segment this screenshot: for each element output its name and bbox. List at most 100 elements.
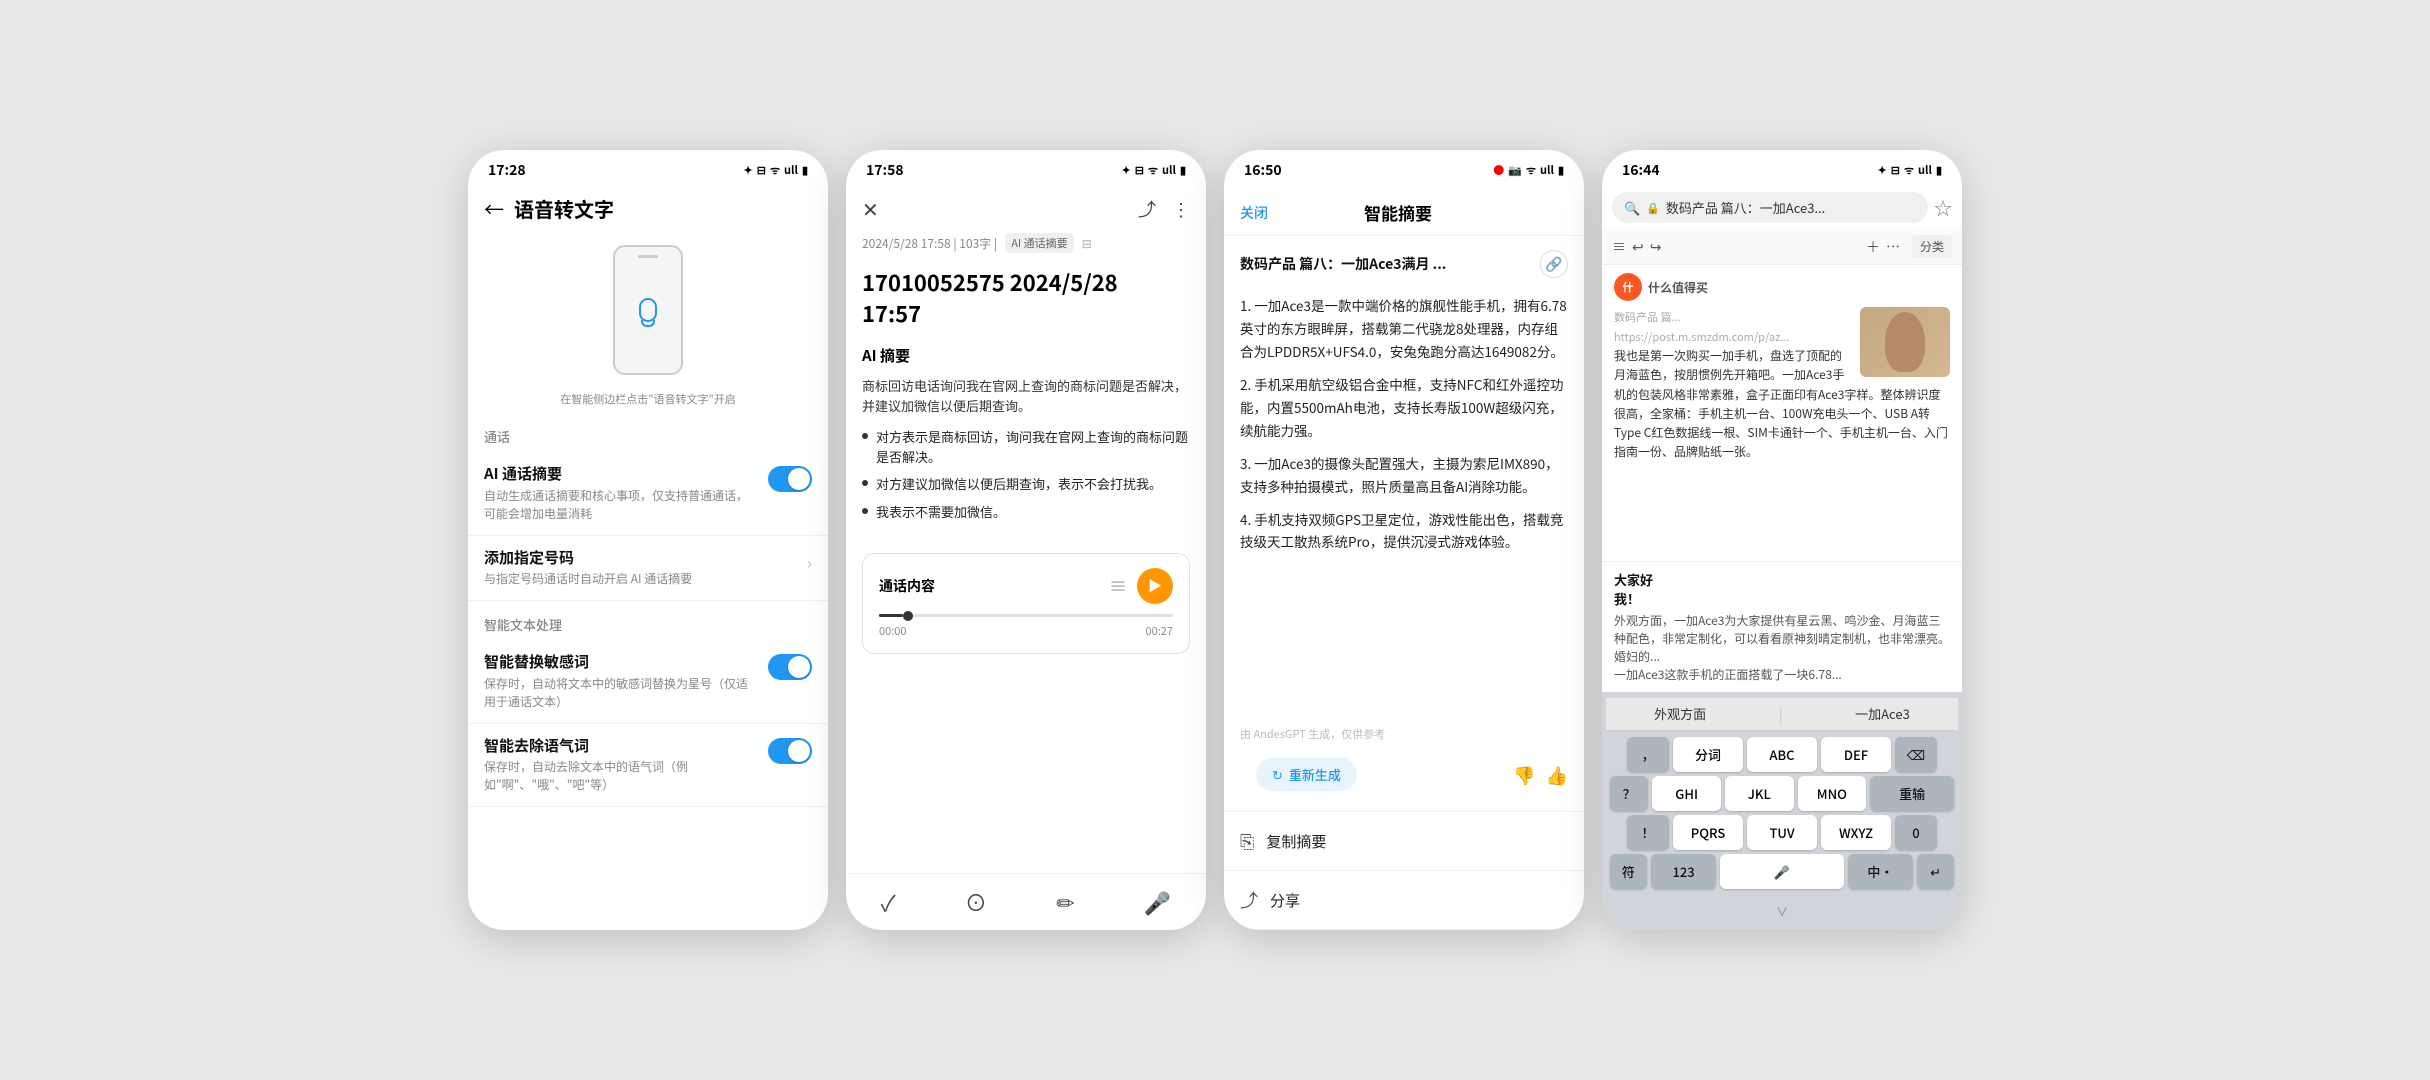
share-icon[interactable]: ⤴ xyxy=(1138,196,1156,222)
key-mic[interactable]: 🎤 xyxy=(1720,854,1843,889)
toolbar-undo-icon[interactable]: ↩ xyxy=(1632,237,1644,257)
setting-item-sensitive: 智能替换敏感词 保存时，自动将文本中的敏感词替换为星号（仅适用于通话文本） xyxy=(468,640,828,724)
summary-point-1: 1. 一加Ace3是一款中端价格的旗舰性能手机，拥有6.78英寸的东方眼眸屏，搭… xyxy=(1240,294,1568,363)
setting-item-add-number[interactable]: 添加指定号码 与指定号码通话时自动开启 AI 通话摘要 › xyxy=(468,536,828,602)
page-title: 语音转文字 xyxy=(514,194,614,223)
status-time-2: 17:58 xyxy=(866,160,904,180)
key-chinese[interactable]: 中• xyxy=(1848,854,1914,889)
audio-player: 通话内容 ≡ ▶ 00:00 00:27 xyxy=(862,553,1190,654)
key-backspace[interactable]: ⌫ xyxy=(1895,737,1937,772)
article-source: 什 什么值得买 xyxy=(1614,273,1950,301)
key-mno[interactable]: MNO xyxy=(1798,776,1867,811)
source-name: 什么值得买 xyxy=(1648,279,1708,296)
key-jkl[interactable]: JKL xyxy=(1725,776,1794,811)
source-avatar: 什 xyxy=(1614,273,1642,301)
copy-icon: ⎘ xyxy=(1240,828,1254,854)
key-comma[interactable]: ， xyxy=(1627,737,1669,772)
key-123[interactable]: 123 xyxy=(1651,854,1717,889)
key-exclaim[interactable]: ！ xyxy=(1627,815,1669,850)
key-wxyz[interactable]: WXYZ xyxy=(1821,815,1891,850)
list-icon[interactable]: ≡ xyxy=(1109,573,1127,599)
ai-summary-desc: 自动生成通话摘要和核心事项，仅支持普通通话，可能会增加电量消耗 xyxy=(484,487,758,523)
key-question[interactable]: ？ xyxy=(1610,776,1648,811)
second-title: 大家好我！ xyxy=(1614,570,1950,608)
article-preview: 什 什么值得买 数码产品 篇... https://post.m.smzdm.c… xyxy=(1602,265,1962,561)
thumbs-down-icon[interactable]: 👎 xyxy=(1513,762,1535,788)
back-icon[interactable]: ← xyxy=(484,194,504,223)
key-def[interactable]: DEF xyxy=(1821,737,1891,772)
filler-toggle[interactable] xyxy=(768,738,812,764)
sensitive-toggle[interactable] xyxy=(768,654,812,680)
edit-icon[interactable]: ✏ xyxy=(1056,886,1074,918)
key-ghi[interactable]: GHI xyxy=(1652,776,1721,811)
close-x-icon[interactable]: ✕ xyxy=(862,194,879,223)
browser-bar: 🔍 🔒 数码产品 篇八：一加Ace3... ☆ xyxy=(1602,186,1962,229)
bookmark-icon[interactable]: ☆ xyxy=(1934,195,1952,221)
close-button[interactable]: 关闭 xyxy=(1240,203,1268,223)
web-toolbar: ≡ ↩ ↪ ＋ ⋯ 分类 xyxy=(1602,229,1962,265)
status-bar-2: 17:58 ✦ ⊟ ᯤ ull ▮ xyxy=(846,150,1206,186)
keyboard-row-2: ？ GHI JKL MNO 重输 xyxy=(1610,776,1954,811)
meta-info: 2024/5/28 17:58 | 103字 | AI 通话摘要 ⊟ xyxy=(846,233,1206,263)
copy-action[interactable]: ⎘ 复制摘要 xyxy=(1224,812,1584,871)
search-text: 数码产品 篇八：一加Ace3... xyxy=(1666,198,1916,217)
toolbar-more-icon[interactable]: ⋯ xyxy=(1886,237,1900,257)
article-image xyxy=(1860,307,1950,377)
keyboard: 外观方面 | 一加Ace3 ， 分词 ABC DEF ⌫ ？ GHI JKL M… xyxy=(1602,692,1962,930)
search-icon: 🔍 xyxy=(1624,198,1640,217)
setting-item-ai-summary: AI 通话摘要 自动生成通话摘要和核心事项，仅支持普通通话，可能会增加电量消耗 xyxy=(468,452,828,536)
play-button[interactable]: ▶ xyxy=(1137,568,1173,604)
toolbar-add-icon[interactable]: ＋ xyxy=(1866,237,1880,257)
setting-item-filler: 智能去除语气词 保存时，自动去除文本中的语气词（例如"啊"、"哦"、"吧"等） xyxy=(468,724,828,808)
status-icons-2: ✦ ⊟ ᯤ ull ▮ xyxy=(1122,162,1186,178)
status-bar-1: 17:28 ✦ ⊟ ᯤ ull ▮ xyxy=(468,150,828,186)
share-action[interactable]: ⤴ 分享 xyxy=(1224,871,1584,930)
mic-bottom-icon[interactable]: 🎤 xyxy=(1144,886,1171,918)
call-title: 17010052575 2024/5/28 17:57 xyxy=(846,263,1206,345)
phone-screen-3: 16:50 ● 📷 ᯤ ull ▮ 关闭 智能摘要 数码产品 篇八：一加Ace3… xyxy=(1224,150,1584,930)
key-abc[interactable]: ABC xyxy=(1747,737,1817,772)
camera-icon[interactable]: ⊙ xyxy=(965,886,987,918)
key-symbol[interactable]: 符 xyxy=(1610,854,1647,889)
toolbar-list-icon[interactable]: ≡ xyxy=(1612,237,1626,257)
keyboard-row-3: ！ PQRS TUV WXYZ 0 xyxy=(1610,815,1954,850)
modal-header: 关闭 智能摘要 xyxy=(1224,186,1584,236)
key-reset[interactable]: 重输 xyxy=(1870,776,1954,811)
classify-button[interactable]: 分类 xyxy=(1912,235,1952,258)
status-time-3: 16:50 xyxy=(1244,160,1282,180)
screen2-top-bar: ✕ ⤴ ⋮ xyxy=(846,186,1206,233)
ai-summary-toggle[interactable] xyxy=(768,466,812,492)
suggest-item-2[interactable]: 一加Ace3 xyxy=(1847,702,1918,726)
key-tuv[interactable]: TUV xyxy=(1747,815,1817,850)
summary-content: 1. 一加Ace3是一款中端价格的旗舰性能手机，拥有6.78英寸的东方眼眸屏，搭… xyxy=(1224,286,1584,720)
ai-summary-label: AI 摘要 xyxy=(862,345,1190,366)
status-bar-3: 16:50 ● 📷 ᯤ ull ▮ xyxy=(1224,150,1584,186)
link-icon[interactable]: 🔗 xyxy=(1540,250,1568,278)
keyboard-row-4: 符 123 🎤 中• ↵ xyxy=(1610,854,1954,889)
bullet-3: 我表示不需要加微信。 xyxy=(862,502,1190,522)
thumbs-up-icon[interactable]: 👍 xyxy=(1546,762,1568,788)
mic-input-icon: 🎤 xyxy=(1774,862,1790,881)
lock-icon: 🔒 xyxy=(1646,200,1660,216)
more-icon[interactable]: ⋮ xyxy=(1172,196,1190,222)
key-enter[interactable]: ↵ xyxy=(1917,854,1954,889)
section-label-text: 智能文本处理 xyxy=(468,601,828,640)
phone-screen-1: 17:28 ✦ ⊟ ᯤ ull ▮ ← 语音转文字 在智能侧边栏点击"语音转文字… xyxy=(468,150,828,930)
time-start: 00:00 xyxy=(879,623,906,639)
key-zero[interactable]: 0 xyxy=(1895,815,1937,850)
article-title-row: 数码产品 篇八：一加Ace3满月 ... 🔗 xyxy=(1224,236,1584,286)
key-fenchi[interactable]: 分词 xyxy=(1673,737,1743,772)
share-icon: ⤴ xyxy=(1240,887,1258,913)
search-bar[interactable]: 🔍 🔒 数码产品 篇八：一加Ace3... xyxy=(1612,192,1928,223)
progress-bar[interactable] xyxy=(879,614,1173,617)
filler-desc: 保存时，自动去除文本中的语气词（例如"啊"、"哦"、"吧"等） xyxy=(484,758,758,794)
progress-dot xyxy=(903,611,913,621)
bullet-2: 对方建议加微信以便后期查询，表示不会打扰我。 xyxy=(862,474,1190,494)
mic-icon xyxy=(639,298,657,322)
phone-illustration-area: 在智能侧边栏点击"语音转文字"开启 xyxy=(468,235,828,413)
check-icon[interactable]: ✓ xyxy=(881,886,896,918)
toolbar-redo-icon[interactable]: ↪ xyxy=(1650,237,1662,257)
regenerate-button[interactable]: ↻ 重新生成 xyxy=(1256,758,1357,791)
key-pqrs[interactable]: PQRS xyxy=(1673,815,1743,850)
suggest-item-1[interactable]: 外观方面 xyxy=(1646,702,1714,726)
